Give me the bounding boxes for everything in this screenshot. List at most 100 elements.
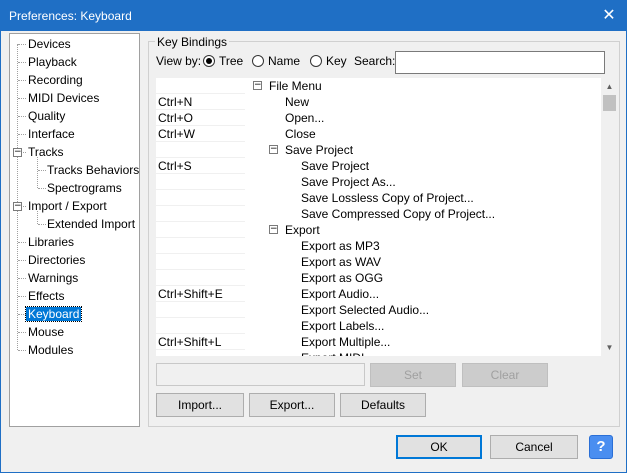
tree-item-label: Import / Export [28, 199, 107, 213]
tree-item-keyboard[interactable]: Keyboard [24, 305, 83, 323]
key-binding-row[interactable]: Ctrl+Shift+E Export Audio... [156, 286, 603, 302]
key-binding-command: Open... [285, 111, 325, 125]
tree-item-label: Modules [28, 343, 74, 357]
tree-connector-line [18, 134, 26, 135]
cancel-button[interactable]: Cancel [490, 435, 578, 459]
key-binding-row[interactable]: Ctrl+Shift+L Export Multiple... [156, 334, 603, 350]
tree-item-playback[interactable]: Playback [26, 53, 79, 71]
key-binding-command: New [285, 95, 310, 109]
ok-button[interactable]: OK [396, 435, 482, 459]
key-binding-row[interactable]: − File Menu [156, 78, 603, 94]
key-binding-row[interactable]: − Save Project [156, 142, 603, 158]
tree-item-label: Directories [28, 253, 86, 267]
tree-item-modules[interactable]: Modules [26, 341, 75, 359]
tree-item-recording[interactable]: Recording [26, 71, 85, 89]
tree-item-tracks[interactable]: Tracks [26, 143, 66, 161]
key-binding-row[interactable]: Export as MP3 [156, 238, 603, 254]
key-binding-row[interactable]: Export as OGG [156, 270, 603, 286]
collapse-icon[interactable]: − [253, 81, 262, 90]
view-by-name-radio[interactable]: Name [252, 54, 300, 68]
tree-item-extended-import[interactable]: Extended Import [45, 215, 137, 233]
search-input[interactable] [395, 51, 605, 74]
shortcut-key-field[interactable] [156, 363, 365, 386]
tree-item-import-export[interactable]: Import / Export [26, 197, 109, 215]
key-binding-shortcut [156, 206, 245, 222]
key-binding-row[interactable]: Save Compressed Copy of Project... [156, 206, 603, 222]
key-binding-row[interactable]: Ctrl+S Save Project [156, 158, 603, 174]
key-binding-shortcut [156, 254, 245, 270]
tree-item-label: Extended Import [47, 217, 136, 231]
tree-item-effects[interactable]: Effects [26, 287, 66, 305]
key-bindings-group-label: Key Bindings [155, 35, 230, 49]
key-binding-shortcut [156, 142, 245, 158]
tree-item-spectrograms[interactable]: Spectrograms [45, 179, 124, 197]
key-binding-row[interactable]: Export as WAV [156, 254, 603, 270]
radio-indicator [310, 55, 322, 67]
key-binding-shortcut: Ctrl+Shift+L [156, 334, 245, 350]
key-binding-row[interactable]: Export Selected Audio... [156, 302, 603, 318]
collapse-icon[interactable]: − [269, 145, 278, 154]
tree-item-label: Tracks Behaviors [47, 163, 140, 177]
tree-item-directories[interactable]: Directories [26, 251, 87, 269]
tree-connector-line [18, 278, 26, 279]
key-binding-command: Export Labels... [301, 319, 385, 333]
key-binding-shortcut: Ctrl+Shift+E [156, 286, 245, 302]
title-bar: Preferences: Keyboard ✕ [1, 1, 626, 31]
tree-item-warnings[interactable]: Warnings [26, 269, 80, 287]
preferences-category-tree[interactable]: Devices Playback Recording MIDI Devices Qual… [9, 33, 140, 427]
key-binding-shortcut: Ctrl+S [156, 158, 245, 174]
key-binding-command: Export [285, 223, 320, 237]
collapse-icon[interactable]: − [269, 225, 278, 234]
tree-connector-line [18, 314, 26, 315]
key-binding-row[interactable]: Ctrl+O Open... [156, 110, 603, 126]
key-binding-row[interactable]: Ctrl+W Close [156, 126, 603, 142]
key-binding-shortcut: Ctrl+W [156, 126, 245, 142]
key-binding-command: Export as OGG [301, 271, 384, 285]
help-icon[interactable]: ? [589, 435, 613, 459]
defaults-button[interactable]: Defaults [340, 393, 426, 417]
radio-indicator [203, 55, 215, 67]
key-binding-row[interactable]: Export MIDI... [156, 350, 603, 356]
tree-item-mouse[interactable]: Mouse [26, 323, 66, 341]
key-binding-row[interactable]: Save Project As... [156, 174, 603, 190]
tree-item-quality[interactable]: Quality [26, 107, 67, 125]
key-binding-row[interactable]: − Export [156, 222, 603, 238]
tree-item-tracks-behaviors[interactable]: Tracks Behaviors [45, 161, 140, 179]
key-binding-command: Export as MP3 [301, 239, 380, 253]
view-by-tree-radio[interactable]: Tree [203, 54, 243, 68]
key-bindings-list[interactable]: − File Menu Ctrl+N New Ctrl+O Open... Ctrl+W Cl… [156, 78, 618, 356]
scroll-thumb[interactable] [603, 95, 616, 111]
key-binding-shortcut [156, 302, 245, 318]
search-label: Search: [354, 54, 396, 68]
tree-item-interface[interactable]: Interface [26, 125, 77, 143]
radio-indicator [252, 55, 264, 67]
tree-connector-line [18, 44, 26, 45]
set-button[interactable]: Set [370, 363, 456, 387]
tree-item-midi-devices[interactable]: MIDI Devices [26, 89, 101, 107]
tree-connector-line [37, 157, 38, 188]
tree-item-devices[interactable]: Devices [26, 35, 73, 53]
key-binding-row[interactable]: Export Labels... [156, 318, 603, 334]
collapse-icon[interactable]: − [13, 202, 22, 211]
key-binding-row[interactable]: Save Lossless Copy of Project... [156, 190, 603, 206]
key-binding-shortcut [156, 270, 245, 286]
import-button[interactable]: Import... [156, 393, 244, 417]
close-icon[interactable]: ✕ [592, 1, 626, 31]
view-by-name-label: Name [268, 54, 301, 68]
collapse-icon[interactable]: − [13, 148, 22, 157]
view-by-key-radio[interactable]: Key [310, 54, 347, 68]
scroll-down-arrow-icon[interactable]: ▼ [601, 339, 618, 356]
tree-item-libraries[interactable]: Libraries [26, 233, 76, 251]
export-button[interactable]: Export... [249, 393, 335, 417]
key-binding-shortcut [156, 190, 245, 206]
tree-connector-line [18, 242, 26, 243]
key-binding-command: Save Compressed Copy of Project... [301, 207, 496, 221]
clear-button[interactable]: Clear [462, 363, 548, 387]
key-binding-shortcut [156, 174, 245, 190]
vertical-scrollbar[interactable]: ▲ ▼ [601, 78, 618, 356]
tree-connector-line [18, 80, 26, 81]
key-binding-row[interactable]: Ctrl+N New [156, 94, 603, 110]
scroll-up-arrow-icon[interactable]: ▲ [601, 78, 618, 95]
tree-item-label: Tracks [28, 145, 64, 159]
tree-item-label: Quality [28, 109, 66, 123]
